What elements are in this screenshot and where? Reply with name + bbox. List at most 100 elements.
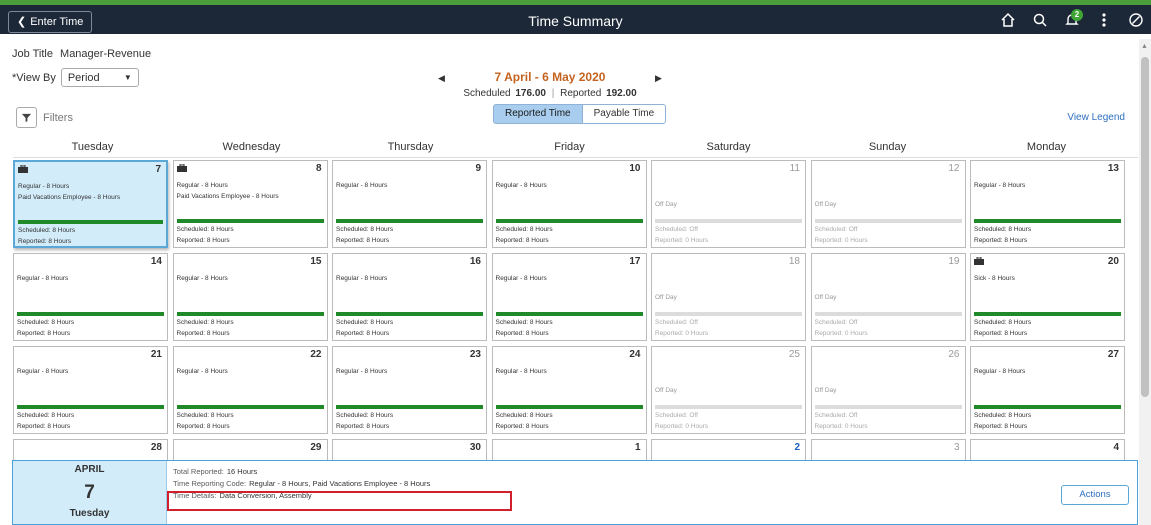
calendar-day-cell[interactable]: 18 Off Day Scheduled: Off Reported: 0 Hours: [651, 253, 806, 341]
calendar-day-cell[interactable]: 16 Regular - 8 Hours Scheduled: 8 Hours Rep…: [332, 253, 487, 341]
calendar-day-cell[interactable]: 14 Regular - 8 Hours Scheduled: 8 Hours Rep…: [13, 253, 168, 341]
hours-status-bar: [336, 405, 483, 409]
time-code-entry: Paid Vacations Employee - 8 Hours: [18, 194, 121, 201]
view-by-select[interactable]: Period ▼: [60, 68, 139, 87]
hours-status-bar: [176, 312, 324, 316]
nav-compass-icon[interactable]: [1127, 10, 1145, 30]
calendar-day-cell[interactable]: 27 Regular - 8 Hours Scheduled: 8 Hours Rep…: [970, 346, 1125, 434]
day-number: 13: [1107, 163, 1119, 174]
scrollbar-thumb[interactable]: [1141, 57, 1149, 397]
weekday-header: Monday: [1026, 141, 1067, 153]
hours-status-bar: [17, 405, 164, 409]
view-by-row: *View By Period ▼: [12, 68, 139, 87]
notification-icon[interactable]: 2: [1063, 9, 1083, 30]
day-number: 27: [1107, 349, 1119, 360]
day-number: 21: [150, 349, 162, 360]
total-reported-value: 16 Hours: [226, 467, 258, 476]
scheduled-hours: Scheduled: Off: [814, 412, 858, 419]
reported-total: 192.00: [606, 88, 637, 99]
day-number: 23: [469, 349, 481, 360]
calendar-day-cell[interactable]: 29Regular - 8 Hours: [172, 439, 328, 460]
calendar-day-cell[interactable]: 15 Regular - 8 Hours Scheduled: 8 Hours Rep…: [172, 253, 328, 341]
calendar-day-cell[interactable]: 2: [651, 439, 806, 460]
calendar-day-cell[interactable]: 26 Off Day Scheduled: Off Reported: 0 Hours: [810, 346, 966, 434]
time-code-entry: Regular - 8 Hours: [974, 368, 1026, 375]
calendar-day-cell[interactable]: 7 Regular - 8 Hours Paid Vacations Employe…: [13, 160, 168, 248]
filter-button[interactable]: [16, 107, 37, 128]
view-by-selected-value: Period: [67, 71, 100, 84]
calendar-day-cell[interactable]: 30Regular - 8 Hours: [332, 439, 487, 460]
selected-date-box: APRIL 7 Tuesday: [13, 461, 167, 524]
period-totals: Scheduled 176.00 | Reported 192.00: [430, 88, 670, 99]
off-day-label: Off Day: [655, 387, 677, 394]
home-icon[interactable]: [999, 10, 1017, 30]
day-number: 2: [794, 442, 800, 453]
time-codes: Regular - 8 Hours: [496, 273, 547, 284]
hours-status-bar: [336, 219, 483, 223]
reported-time-tab[interactable]: Reported Time: [493, 104, 583, 124]
next-period-icon[interactable]: ▶: [655, 73, 662, 84]
time-codes: Regular - 8 Hours: [974, 180, 1025, 191]
reported-hours: Reported: 8 Hours: [176, 237, 230, 244]
scheduled-hours: Scheduled: 8 Hours: [176, 412, 234, 419]
calendar-day-cell[interactable]: 22 Regular - 8 Hours Scheduled: 8 Hours Rep…: [172, 346, 328, 434]
calendar-day-cell[interactable]: 21 Regular - 8 Hours Scheduled: 8 Hours Rep…: [13, 346, 168, 434]
trc-row: Time Reporting Code: Regular - 8 Hours, P…: [173, 478, 430, 490]
hours-status-bar: [176, 405, 324, 409]
calendar-day-cell[interactable]: 4Regular - 8 Hours: [970, 439, 1125, 460]
calendar-day-cell[interactable]: 28Regular - 8 Hours: [13, 439, 168, 460]
calendar-day-cell[interactable]: 19 Off Day Scheduled: Off Reported: 0 Hours: [810, 253, 966, 341]
period-range-label: 7 April - 6 May 2020: [494, 70, 606, 84]
search-icon[interactable]: [1031, 10, 1049, 30]
more-icon[interactable]: [1095, 10, 1113, 30]
calendar-day-cell[interactable]: 10 Regular - 8 Hours Scheduled: 8 Hours Rep…: [491, 160, 647, 248]
reported-hours: Reported: 8 Hours: [974, 423, 1028, 430]
calendar-day-cell[interactable]: 1Regular - 8 Hours: [491, 439, 647, 460]
time-code-entry: Regular - 8 Hours: [176, 275, 228, 282]
calendar-day-cell[interactable]: 11 Off Day Scheduled: Off Reported: 0 Hours: [651, 160, 806, 248]
view-legend-link[interactable]: View Legend: [1067, 112, 1125, 123]
time-codes: Regular - 8 Hours: [496, 366, 547, 377]
reported-hours: Reported: 8 Hours: [495, 237, 549, 244]
time-code-entry: Regular - 8 Hours: [176, 182, 228, 189]
topbar-icon-group: 2: [999, 9, 1145, 30]
calendar-day-cell[interactable]: 12 Off Day Scheduled: Off Reported: 0 Hours: [810, 160, 966, 248]
reported-label: Reported: [560, 88, 602, 99]
calendar-day-cell[interactable]: 25 Off Day Scheduled: Off Reported: 0 Hours: [651, 346, 806, 434]
scheduled-hours: Scheduled: 8 Hours: [495, 226, 553, 233]
payable-time-tab[interactable]: Payable Time: [582, 104, 667, 124]
absence-briefcase-icon: [974, 257, 984, 265]
day-number: 1: [634, 442, 641, 453]
day-number: 4: [1113, 442, 1119, 453]
calendar-day-cell[interactable]: 3: [810, 439, 966, 460]
time-code-entry: Sick - 8 Hours: [974, 275, 1015, 282]
reported-hours: Reported: 0 Hours: [655, 237, 709, 244]
time-codes: Regular - 8 Hours: [336, 180, 387, 191]
calendar-day-cell[interactable]: 13 Regular - 8 Hours Scheduled: 8 Hours Rep…: [970, 160, 1125, 248]
period-navigation: ◀ 7 April - 6 May 2020 ▶ Scheduled 176.0…: [430, 70, 690, 106]
selected-day-number: 7: [84, 482, 95, 503]
reported-hours: Reported: 0 Hours: [655, 423, 709, 430]
calendar-day-cell[interactable]: 24 Regular - 8 Hours Scheduled: 8 Hours Rep…: [491, 346, 647, 434]
day-number: 15: [310, 256, 322, 267]
off-day-label: Off Day: [814, 294, 837, 301]
calendar-day-cell[interactable]: 23 Regular - 8 Hours Scheduled: 8 Hours Rep…: [332, 346, 487, 434]
time-code-entry: Regular - 8 Hours: [495, 275, 547, 282]
calendar-day-cell[interactable]: 20 Sick - 8 Hours Scheduled: 8 Hours Report…: [970, 253, 1125, 341]
scheduled-hours: Scheduled: Off: [814, 319, 858, 326]
calendar-day-cell[interactable]: 9 Regular - 8 Hours Scheduled: 8 Hours Repo…: [332, 160, 487, 248]
time-code-entry: Paid Vacations Employee - 8 Hours: [176, 193, 279, 200]
actions-button[interactable]: Actions: [1061, 485, 1129, 505]
scheduled-hours: Scheduled: 8 Hours: [17, 412, 75, 419]
hours-status-bar: [336, 312, 483, 316]
weekday-header: Wednesday: [222, 141, 281, 153]
calendar-day-cell[interactable]: 17 Regular - 8 Hours Scheduled: 8 Hours Rep…: [491, 253, 647, 341]
day-number: 17: [629, 256, 641, 267]
scroll-up-arrow-icon[interactable]: ▲: [1141, 43, 1148, 50]
calendar-day-cell[interactable]: 8 Regular - 8 Hours Paid Vacations Employe…: [172, 160, 328, 248]
hours-status-bar: [18, 220, 163, 224]
reported-hours: Reported: 0 Hours: [814, 423, 868, 430]
time-code-entry: Regular - 8 Hours: [336, 275, 388, 282]
page-scrollbar[interactable]: ▲: [1139, 39, 1151, 525]
job-title-value: Manager-Revenue: [60, 48, 152, 60]
